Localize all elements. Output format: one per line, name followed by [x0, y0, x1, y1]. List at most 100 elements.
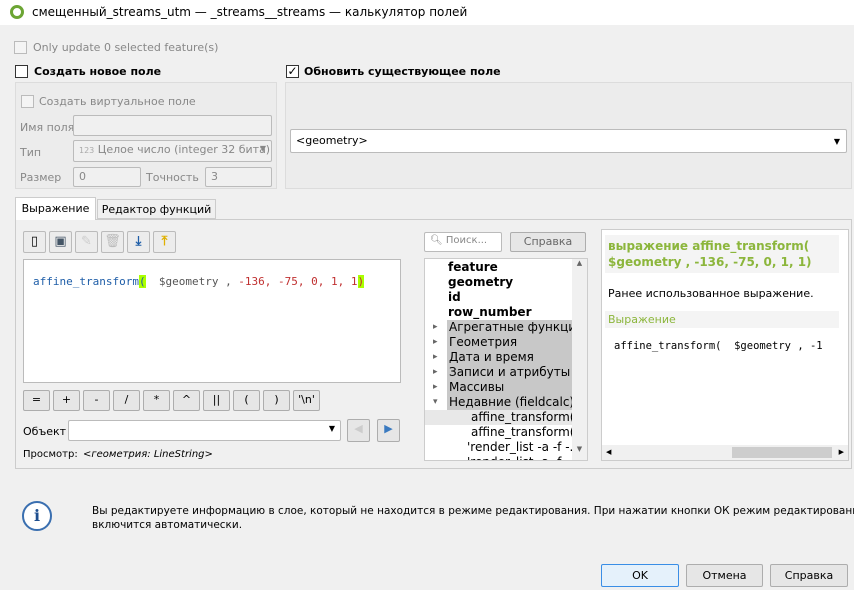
export-icon[interactable]: ⤒ [153, 231, 176, 253]
collapsed-arrow-icon[interactable]: ▸ [433, 335, 438, 350]
edit-icon[interactable]: ✎ [75, 231, 98, 253]
expression-editor[interactable]: affine_transform( $geometry , -136, -75,… [23, 259, 401, 383]
new-field-group: Создать виртуальное поле Имя поля Тип 12… [15, 82, 277, 189]
tree-item[interactable]: ▸ Дата и время [425, 350, 572, 365]
operator-button[interactable]: ^ [173, 390, 200, 411]
cancel-button[interactable]: Отмена [686, 564, 763, 587]
collapsed-arrow-icon[interactable]: ▸ [433, 380, 438, 395]
help-panel: выражение affine_transform( $geometry , … [601, 229, 849, 461]
search-input[interactable]: 🔍︎ Поиск... [424, 232, 502, 252]
virtual-field-label: Создать виртуальное поле [39, 95, 196, 108]
operator-button[interactable]: || [203, 390, 230, 411]
title-bar: смещенный_streams_utm — _streams__stream… [0, 0, 854, 25]
tree-item-label: id [448, 290, 461, 304]
operator-button[interactable]: + [53, 390, 80, 411]
tree-item-label: Массивы [449, 380, 505, 394]
tree-item-label: Недавние (fieldcalc) [449, 395, 575, 409]
tree-item[interactable]: id [425, 290, 572, 305]
operator-button[interactable]: ) [263, 390, 290, 411]
expr-numbers: -136, -75, 0, 1, 1 [231, 275, 358, 288]
type-value: Целое число (integer 32 бита) [97, 143, 271, 156]
scroll-up-icon[interactable]: ▲ [572, 259, 587, 267]
new-file-icon[interactable]: ▯ [23, 231, 46, 253]
help-section-title: Выражение [605, 311, 839, 328]
ok-button[interactable]: OK [601, 564, 679, 587]
update-existing-label: Обновить существующее поле [304, 65, 501, 78]
window-title: смещенный_streams_utm — _streams__stream… [32, 5, 468, 19]
help-button[interactable]: Справка [770, 564, 848, 587]
search-placeholder: Поиск... [445, 235, 488, 246]
tree-item[interactable]: ▸ Записи и атрибуты [425, 365, 572, 380]
tree-scrollbar[interactable]: ▲ ▼ [572, 259, 587, 460]
info-icon: i [22, 501, 52, 531]
function-tree[interactable]: feature geometry id row_number ▸ Агрегатные ф… [424, 258, 588, 461]
qgis-logo-icon [10, 5, 24, 19]
type-select[interactable]: 123 Целое число (integer 32 бита) ▼ [73, 140, 272, 162]
update-existing-checkbox[interactable]: ✓ [286, 65, 299, 78]
type-label: Тип [20, 146, 42, 159]
precision-spinbox[interactable]: 3 [205, 167, 272, 187]
search-icon: 🔍︎ [430, 235, 443, 246]
preview-label: Просмотр: [23, 449, 78, 460]
object-select[interactable]: ▼ [68, 420, 341, 441]
tree-item[interactable]: row_number [425, 305, 572, 320]
operator-button[interactable]: ( [233, 390, 260, 411]
previous-feature-button[interactable]: ◀ [347, 419, 370, 442]
tree-item-label: 'render_list -a -f -... [467, 440, 581, 454]
chevron-down-icon: ▼ [328, 424, 335, 433]
field-name-input[interactable] [73, 115, 272, 136]
collapsed-arrow-icon[interactable]: ▸ [433, 350, 438, 365]
expanded-arrow-icon[interactable]: ▾ [433, 395, 438, 410]
load-icon[interactable]: ⤓ [127, 231, 150, 253]
update-existing-group: <geometry> ▼ [285, 82, 852, 189]
only-update-label: Only update 0 selected feature(s) [33, 41, 219, 54]
tree-item[interactable]: 'render_list -a -f -... [425, 455, 581, 460]
operator-button[interactable]: * [143, 390, 170, 411]
tree-item-label: geometry [448, 275, 514, 289]
create-new-field-checkbox[interactable] [15, 65, 28, 78]
tab-expression[interactable]: Выражение [15, 197, 96, 220]
tree-item[interactable]: ▾ Недавние (fieldcalc) [425, 395, 575, 410]
tree-item-label: feature [448, 260, 498, 274]
help-horizontal-scrollbar[interactable]: ◀ ▶ [602, 445, 848, 460]
help-button-small[interactable]: Справка [510, 232, 586, 252]
expr-close-bracket: ) [357, 275, 365, 288]
preview-value: <геометрия: LineString> [83, 449, 213, 460]
operator-button[interactable]: = [23, 390, 50, 411]
tree-item-label: affine_transform(... [471, 425, 586, 439]
expr-function: affine_transform [33, 275, 139, 288]
tree-item[interactable]: affine_transform(... [425, 410, 586, 425]
virtual-field-checkbox[interactable] [21, 95, 34, 108]
operator-button[interactable]: / [113, 390, 140, 411]
tree-item[interactable]: ▸ Геометрия [425, 335, 572, 350]
delete-icon[interactable]: 🗑 [101, 231, 124, 253]
tree-item-label: Дата и время [449, 350, 534, 364]
tree-item-label: Записи и атрибуты [449, 365, 571, 379]
tree-item[interactable]: feature [425, 260, 572, 275]
help-code: affine_transform( $geometry , -1 [614, 340, 823, 352]
tree-item[interactable]: affine_transform(... [425, 425, 586, 440]
operator-button[interactable]: '\n' [293, 390, 320, 411]
size-spinbox[interactable]: 0 [73, 167, 141, 187]
expr-argument: $geometry , [145, 275, 232, 288]
next-feature-button[interactable]: ▶ [377, 419, 400, 442]
operator-button[interactable]: - [83, 390, 110, 411]
existing-field-value: <geometry> [296, 134, 368, 147]
integer-type-icon: 123 [79, 146, 95, 155]
collapsed-arrow-icon[interactable]: ▸ [433, 365, 438, 380]
create-new-field-label: Создать новое поле [34, 65, 162, 78]
help-title: выражение affine_transform( $geometry , … [605, 235, 839, 273]
tab-function-editor[interactable]: Редактор функций [97, 199, 216, 219]
tree-item[interactable]: 'render_list -a -f -... [425, 440, 581, 455]
tree-item[interactable]: geometry [425, 275, 572, 290]
save-icon[interactable]: ▣ [49, 231, 72, 253]
only-update-checkbox[interactable] [14, 41, 27, 54]
info-text-line2: включится автоматически. [92, 519, 243, 531]
scroll-down-icon[interactable]: ▼ [572, 445, 587, 453]
tree-item[interactable]: ▸ Агрегатные функции [425, 320, 584, 335]
expr-open-bracket: ( [138, 275, 146, 288]
size-label: Размер [20, 171, 62, 184]
collapsed-arrow-icon[interactable]: ▸ [433, 320, 438, 335]
existing-field-select[interactable]: <geometry> ▼ [290, 129, 847, 153]
tree-item[interactable]: ▸ Массивы [425, 380, 572, 395]
